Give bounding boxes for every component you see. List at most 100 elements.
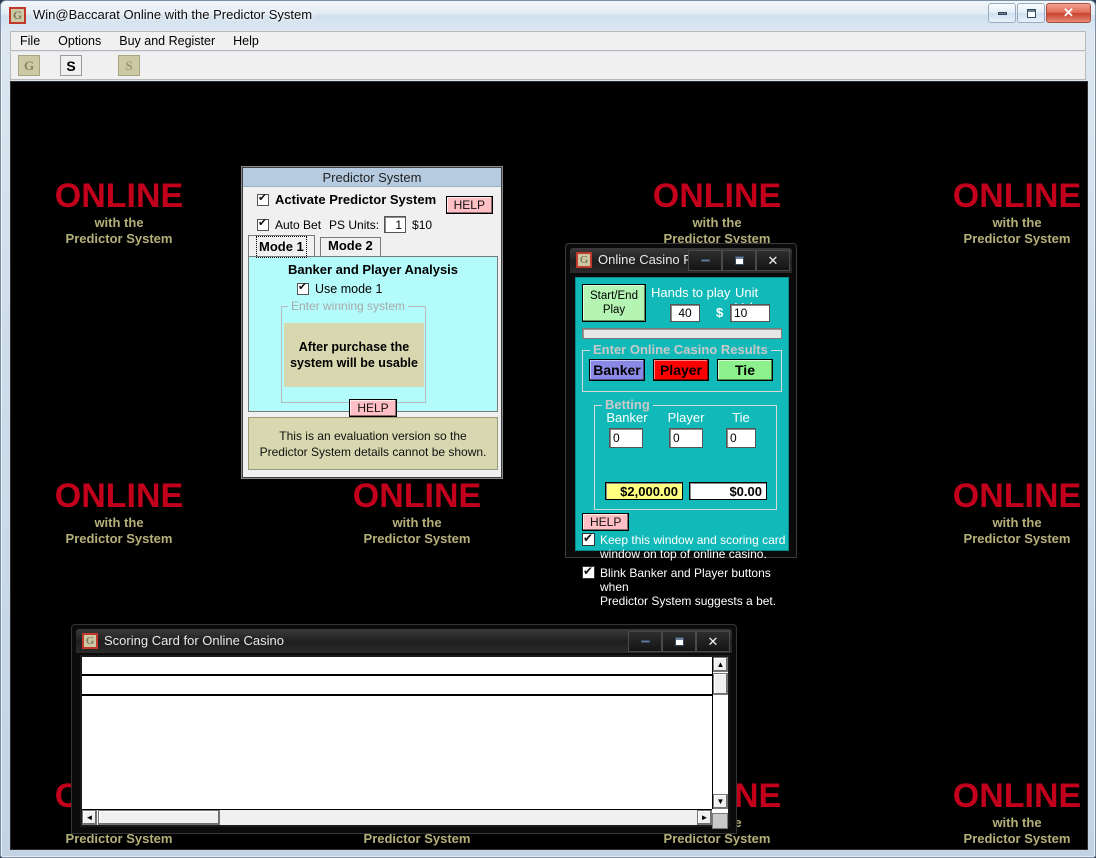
casino-close-button[interactable]: ✕ — [756, 250, 790, 271]
eval-line-1: This is an evaluation version so the — [279, 428, 467, 443]
bet-banker-input[interactable]: 0 — [609, 428, 643, 448]
watermark-online-text: ONLINE — [352, 477, 482, 515]
analysis-title: Banker and Player Analysis — [287, 262, 459, 277]
start-end-play-button[interactable]: Start/End Play — [582, 284, 646, 322]
tab-mode-2[interactable]: Mode 2 — [320, 237, 381, 256]
watermark-online-text: ONLINE — [54, 177, 184, 215]
banker-result-button[interactable]: Banker — [589, 359, 645, 381]
casino-body: Start/End Play Hands to play 40 Unit Val… — [575, 277, 789, 608]
maximize-icon — [1018, 4, 1044, 22]
predictor-help-button[interactable]: HELP — [445, 196, 493, 214]
menu-item-options[interactable]: Options — [49, 32, 110, 50]
bet-player-input[interactable]: 0 — [669, 428, 703, 448]
watermark-1-3: ONLINE with the Predictor System — [917, 477, 1087, 547]
watermark-with-the-text: with the — [94, 215, 144, 230]
predictor-system-panel: Predictor System Activate Predictor Syst… — [242, 167, 502, 478]
bankroll-amount: $2,000.00 — [605, 482, 683, 500]
menu-item-file[interactable]: File — [11, 32, 49, 50]
main-titlebar: G Win@Baccarat Online with the Predictor… — [1, 1, 1095, 30]
ps-units-input[interactable]: 1 — [384, 216, 407, 233]
watermark-predictor-system-text: Predictor System — [963, 531, 1071, 546]
menu-item-buy-and-register[interactable]: Buy and Register — [110, 32, 224, 50]
ps-units-label: PS Units: — [329, 217, 380, 232]
scoring-resize-grip[interactable] — [712, 813, 728, 829]
scroll-left-button[interactable]: ◄ — [82, 810, 97, 825]
unit-value-input[interactable]: 10 — [730, 304, 770, 322]
scroll-down-button[interactable]: ▼ — [713, 794, 728, 809]
bet-tie-input[interactable]: 0 — [726, 428, 756, 448]
use-mode-row: Use mode 1 — [249, 277, 497, 296]
scoring-maximize-button[interactable] — [662, 631, 696, 652]
scoring-header-row-2 — [82, 676, 728, 696]
window-title: Win@Baccarat Online with the Predictor S… — [33, 7, 313, 22]
tie-result-button[interactable]: Tie — [717, 359, 773, 381]
watermark-online-text: ONLINE — [952, 477, 1082, 515]
mode-help-button[interactable]: HELP — [349, 399, 397, 417]
scoring-horizontal-scrollbar[interactable]: ◄ ► — [82, 809, 712, 825]
use-mode-1-checkbox[interactable] — [297, 281, 309, 295]
menu-item-help[interactable]: Help — [224, 32, 268, 50]
start-end-line-2: Play — [602, 304, 626, 316]
watermark-with-the-text: with the — [992, 515, 1042, 530]
toolbar-s-disabled-button[interactable]: S — [118, 55, 140, 76]
hands-to-play-input[interactable]: 40 — [670, 304, 700, 322]
scoring-caption-buttons: ✕ — [628, 631, 730, 652]
casino-minimize-button[interactable] — [688, 250, 722, 271]
watermark-predictor-system-text: Predictor System — [65, 231, 173, 246]
watermark-1-0: ONLINE with the Predictor System — [19, 477, 219, 547]
maximize-icon — [734, 256, 744, 265]
locked-line-2: system will be usable — [290, 356, 418, 370]
watermark-online-text: ONLINE — [952, 177, 1082, 215]
watermark-online-text: ONLINE — [54, 477, 184, 515]
scroll-horizontal-thumb[interactable] — [98, 810, 220, 825]
player-result-button[interactable]: Player — [653, 359, 709, 381]
blink-buttons-option-row: Blink Banker and Player buttons when Pre… — [582, 564, 788, 608]
predictor-panel-caption: Predictor System — [243, 168, 501, 187]
blink-buttons-line-2: Predictor System suggests a bet. — [600, 594, 777, 608]
casino-maximize-button[interactable] — [722, 250, 756, 271]
minimize-button[interactable] — [988, 3, 1016, 23]
scoring-card-window: G Scoring Card for Online Casino ✕ ▲ ▼ ◄… — [71, 624, 737, 834]
scoring-vertical-scrollbar[interactable]: ▲ ▼ — [712, 657, 728, 809]
eval-line-2: Predictor System details cannot be shown… — [259, 444, 487, 459]
auto-bet-checkbox[interactable] — [257, 217, 269, 231]
toolbar-s-button[interactable]: S — [60, 55, 82, 76]
bet-tie-label: Tie — [732, 410, 750, 425]
scroll-right-button[interactable]: ► — [697, 810, 712, 825]
blink-buttons-checkbox[interactable] — [582, 564, 595, 579]
start-end-line-1: Start/End — [590, 290, 638, 302]
casino-help-button[interactable]: HELP — [582, 513, 630, 531]
watermark-predictor-system-text: Predictor System — [963, 231, 1071, 246]
watermark-online-text: ONLINE — [652, 177, 782, 215]
bet-banker-label: Banker — [606, 410, 648, 425]
watermark-with-the-text: with the — [992, 815, 1042, 830]
scoring-minimize-button[interactable] — [628, 631, 662, 652]
watermark-with-the-text: with the — [94, 515, 144, 530]
tab-mode-1[interactable]: Mode 1 — [248, 235, 315, 258]
close-button[interactable]: ✕ — [1046, 3, 1091, 23]
close-icon: ✕ — [1063, 5, 1074, 20]
activate-predictor-checkbox[interactable] — [257, 192, 269, 206]
scoring-data-area[interactable] — [82, 696, 728, 806]
betting-group: Betting Banker 0 Player 0 Tie 0 $2,000.0… — [594, 397, 777, 510]
watermark-1-1: ONLINE with the Predictor System — [317, 477, 517, 547]
casino-window-icon: G — [576, 252, 592, 268]
auto-bet-row: Auto Bet PS Units: 1 $10 — [243, 213, 501, 233]
toolbar-g-button[interactable]: G — [18, 55, 40, 76]
scroll-vertical-thumb-top[interactable] — [713, 673, 728, 695]
enter-winning-system-title: Enter winning system — [288, 299, 409, 313]
watermark-online-text: ONLINE — [952, 777, 1082, 815]
maximize-button[interactable] — [1017, 3, 1045, 23]
scoring-close-button[interactable]: ✕ — [696, 631, 730, 652]
scoring-titlebar: G Scoring Card for Online Casino ✕ — [76, 629, 732, 653]
scoring-card-grid[interactable]: ▲ ▼ ◄ ► — [80, 655, 730, 827]
watermark-with-the-text: with the — [392, 515, 442, 530]
minimize-icon — [989, 4, 1015, 22]
scroll-up-button[interactable]: ▲ — [713, 657, 728, 672]
keep-on-top-checkbox[interactable] — [582, 531, 595, 546]
watermark-0-0: ONLINE with the Predictor System — [19, 177, 219, 247]
keep-on-top-text: Keep this window and scoring card window… — [600, 533, 785, 561]
tab-mode-1-label: Mode 1 — [256, 236, 307, 258]
main-application-window: G Win@Baccarat Online with the Predictor… — [0, 0, 1096, 858]
bet-player-label: Player — [667, 410, 705, 425]
